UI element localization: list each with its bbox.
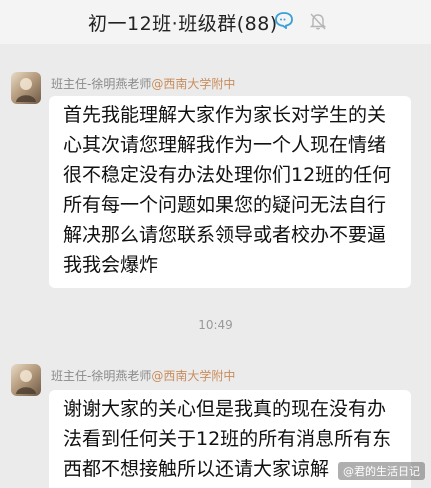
timestamp: 10:49 bbox=[198, 318, 233, 332]
sender-label: 班主任-徐明燕老师@西南大学附中 bbox=[51, 367, 235, 384]
avatar-image bbox=[16, 78, 36, 102]
group-title[interactable]: 初一12班·班级群(88) bbox=[88, 9, 278, 36]
sender-name: 班主任-徐明燕老师 bbox=[51, 369, 152, 383]
watermark: @君的生活日记 bbox=[338, 462, 425, 480]
chat-header: 初一12班·班级群(88) bbox=[0, 0, 431, 44]
sender-avatar[interactable] bbox=[11, 72, 41, 104]
chat-window: 初一12班·班级群(88) 班主任-徐明燕老师@西南大学附中 首先我能理解大家作… bbox=[0, 0, 431, 488]
avatar-image bbox=[16, 370, 36, 394]
sender-name: 班主任-徐明燕老师 bbox=[51, 77, 152, 91]
message-bubble[interactable]: 首先我能理解大家作为家长对学生的关心其次请您理解我作为一个人现在情绪很不稳定没有… bbox=[49, 96, 411, 288]
speech-bubble-icon[interactable] bbox=[274, 11, 294, 29]
sender-label: 班主任-徐明燕老师@西南大学附中 bbox=[51, 75, 235, 92]
sender-school: @西南大学附中 bbox=[151, 369, 236, 383]
sender-avatar[interactable] bbox=[11, 364, 41, 396]
sender-school: @西南大学附中 bbox=[151, 77, 236, 91]
bell-muted-icon[interactable] bbox=[308, 11, 328, 31]
